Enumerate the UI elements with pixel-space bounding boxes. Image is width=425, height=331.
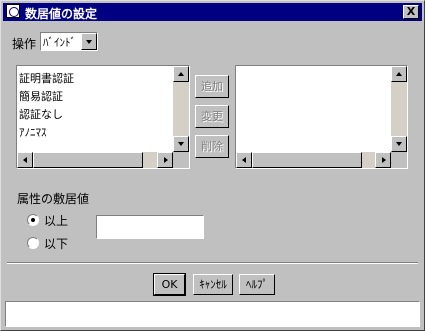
horizontal-scrollbar[interactable] <box>236 152 391 168</box>
horizontal-scrollbar[interactable] <box>17 152 173 168</box>
help-button[interactable]: ﾍﾙﾌﾟ <box>239 274 275 295</box>
dropdown-button[interactable] <box>81 33 97 50</box>
vertical-scrollbar[interactable] <box>391 66 407 152</box>
arrow-up-icon <box>396 72 402 76</box>
operation-label: 操作 <box>12 37 37 51</box>
delete-button[interactable]: 削除 <box>195 135 229 158</box>
scroll-thumb[interactable] <box>33 152 143 168</box>
change-button[interactable]: 変更 <box>195 105 229 128</box>
scroll-up-button[interactable] <box>391 66 407 82</box>
list-item[interactable]: 証明書認証 <box>19 70 74 86</box>
arrow-left-icon <box>242 157 246 163</box>
scroll-thumb[interactable] <box>252 152 362 168</box>
scroll-corner <box>173 152 189 168</box>
scroll-right-button[interactable] <box>375 152 391 168</box>
selected-method-list[interactable] <box>235 65 408 169</box>
scroll-right-button[interactable] <box>157 152 173 168</box>
cancel-button[interactable]: ｷｬﾝｾﾙ <box>193 274 233 295</box>
close-button[interactable]: X <box>403 5 419 19</box>
ok-button[interactable]: OK <box>153 273 186 296</box>
status-bar <box>5 301 420 327</box>
arrow-down-icon <box>396 142 402 146</box>
list-item[interactable]: ｱﾉﾆﾏｽ <box>19 124 47 140</box>
radio-below[interactable] <box>27 237 39 249</box>
list-item[interactable]: 認証なし <box>19 106 63 122</box>
radio-below-label[interactable]: 以下 <box>44 235 68 252</box>
separator <box>7 262 418 264</box>
arrow-right-icon <box>382 157 386 163</box>
scroll-up-button[interactable] <box>173 66 189 82</box>
add-button[interactable]: 追加 <box>195 75 229 98</box>
window-title: 数居値の設定 <box>25 7 98 21</box>
threshold-value-input[interactable] <box>96 215 204 239</box>
arrow-up-icon <box>178 72 184 76</box>
arrow-left-icon <box>23 157 27 163</box>
scroll-left-button[interactable] <box>17 152 33 168</box>
list-item[interactable]: 簡易認証 <box>19 88 63 104</box>
scroll-down-button[interactable] <box>173 136 189 152</box>
operation-dropdown[interactable]: ﾊﾞｲﾝﾄﾞ <box>40 32 98 51</box>
radio-above[interactable] <box>27 214 39 226</box>
radio-above-label[interactable]: 以上 <box>44 212 68 229</box>
vertical-scrollbar[interactable] <box>173 66 189 152</box>
threshold-label: 属性の敷居値 <box>17 192 90 206</box>
chevron-down-icon <box>86 40 92 44</box>
scroll-corner <box>391 152 407 168</box>
app-icon <box>6 4 20 18</box>
operation-selected: ﾊﾞｲﾝﾄﾞ <box>43 36 76 49</box>
arrow-right-icon <box>164 157 168 163</box>
settings-dialog: 数居値の設定 X 操作 ﾊﾞｲﾝﾄﾞ 証明書認証 簡易認証 認証なし ｱﾉﾆﾏｽ… <box>0 0 425 331</box>
title-bar[interactable]: 数居値の設定 X <box>3 3 422 21</box>
scroll-down-button[interactable] <box>391 136 407 152</box>
arrow-down-icon <box>178 142 184 146</box>
auth-method-list[interactable]: 証明書認証 簡易認証 認証なし ｱﾉﾆﾏｽ <box>16 65 190 169</box>
scroll-left-button[interactable] <box>236 152 252 168</box>
